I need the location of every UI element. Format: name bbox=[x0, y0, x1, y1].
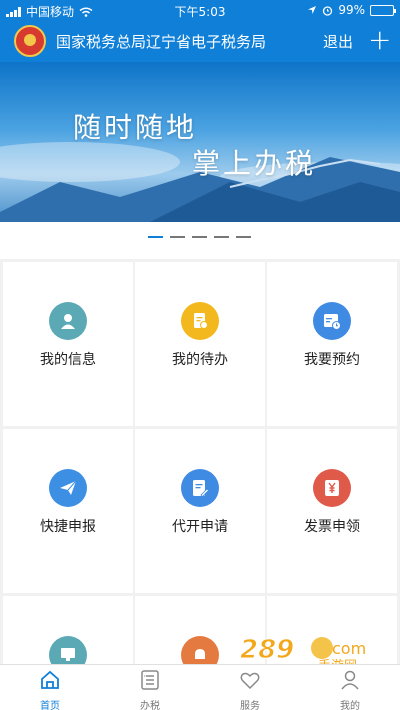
yuan-receipt-icon bbox=[313, 469, 351, 507]
plus-icon[interactable]: + bbox=[368, 26, 391, 54]
banner-slogan-line1: 随时随地 bbox=[73, 111, 198, 144]
banner-carousel[interactable]: 随时随地 掌上办税 bbox=[0, 62, 400, 222]
nav-label: 我的 bbox=[340, 701, 360, 710]
nav-service[interactable]: 服务 bbox=[220, 665, 280, 710]
tile-label: 我的信息 bbox=[40, 352, 96, 368]
tile-label: 代开申请 bbox=[172, 519, 228, 535]
nav-label: 服务 bbox=[240, 701, 260, 710]
tile-appointment[interactable]: 我要预约 bbox=[267, 262, 397, 426]
nav-mine[interactable]: 我的 bbox=[320, 665, 380, 710]
carousel-dot-1[interactable] bbox=[148, 236, 163, 238]
tax-emblem-logo bbox=[14, 25, 46, 57]
calendar-clock-icon bbox=[313, 302, 351, 340]
tile-invoice-request[interactable]: 发票申领 bbox=[267, 429, 397, 593]
person-icon bbox=[341, 670, 359, 690]
tile-my-info[interactable]: 我的信息 bbox=[3, 262, 133, 426]
tile-label: 发票申领 bbox=[304, 519, 360, 535]
banner-slogan-line2: 掌上办税 bbox=[192, 147, 317, 180]
nav-home[interactable]: 首页 bbox=[20, 665, 80, 710]
battery-icon bbox=[370, 4, 396, 16]
nav-tax[interactable]: 办税 bbox=[120, 665, 180, 710]
location-arrow-icon bbox=[308, 6, 317, 14]
user-icon bbox=[49, 302, 87, 340]
tile-label: 我的待办 bbox=[172, 352, 228, 368]
carousel-dot-2[interactable] bbox=[170, 236, 185, 238]
svg-text:com: com bbox=[332, 639, 366, 658]
home-icon bbox=[41, 670, 59, 689]
svg-text:289: 289 bbox=[240, 635, 294, 665]
alarm-icon bbox=[323, 5, 333, 16]
carousel-indicator bbox=[0, 222, 400, 259]
tile-label: 我要预约 bbox=[304, 352, 360, 368]
tile-my-todo[interactable]: 我的待办 bbox=[135, 262, 265, 426]
list-icon bbox=[141, 670, 159, 690]
carousel-dot-4[interactable] bbox=[214, 236, 229, 238]
tile-quick-declare[interactable]: 快捷申报 bbox=[3, 429, 133, 593]
status-bar: 中国移动 下午5:03 99% bbox=[0, 0, 400, 20]
status-right: 99% bbox=[307, 3, 396, 17]
tile-row3-1[interactable] bbox=[3, 596, 133, 674]
carousel-dot-3[interactable] bbox=[192, 236, 207, 238]
bottom-nav: 首页 办税 服务 我的 bbox=[0, 664, 400, 710]
carousel-dot-5[interactable] bbox=[236, 236, 251, 238]
nav-label: 办税 bbox=[140, 701, 160, 710]
heart-icon bbox=[240, 672, 260, 690]
logout-button[interactable]: 退出 bbox=[323, 31, 353, 52]
todo-document-icon bbox=[181, 302, 219, 340]
tile-label: 快捷申报 bbox=[40, 519, 96, 535]
document-edit-icon bbox=[181, 469, 219, 507]
tile-proxy-invoice[interactable]: 代开申请 bbox=[135, 429, 265, 593]
nav-label: 首页 bbox=[40, 701, 60, 710]
page-title: 国家税务总局辽宁省电子税务局 bbox=[56, 33, 267, 51]
app-header: 国家税务总局辽宁省电子税务局 退出 + bbox=[0, 20, 400, 62]
battery-percent: 99% bbox=[338, 3, 365, 17]
paper-plane-icon bbox=[49, 469, 87, 507]
